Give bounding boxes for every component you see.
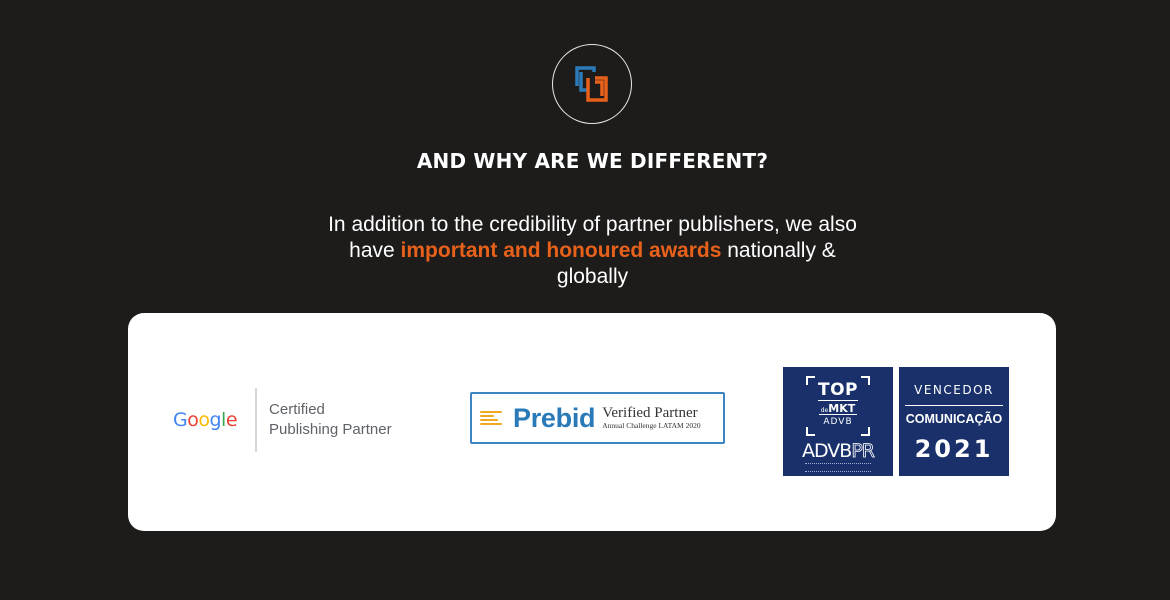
google-letter: o — [187, 409, 199, 431]
google-letter: g — [209, 409, 222, 431]
prebid-name: Prebid — [513, 402, 596, 433]
google-badge-text: Certified Publishing Partner — [269, 400, 392, 440]
top-label: TOP — [783, 380, 893, 401]
vencedor-label: VENCEDOR — [914, 383, 994, 397]
advbpr-main: ADVB — [802, 440, 852, 462]
brand-logo — [552, 44, 632, 124]
prebid-caption: Verified Partner Annual Challenge LATAM … — [602, 405, 701, 431]
mkt-label: deMKT — [783, 402, 893, 415]
prebid-challenge-label: Annual Challenge LATAM 2020 — [602, 421, 701, 430]
advb-fine-print — [805, 463, 871, 472]
google-letter: e — [225, 409, 238, 431]
top-mkt-award: TOP deMKT ADVB ADVBPR — [783, 367, 893, 476]
advbpr-logo: ADVBPR — [783, 440, 893, 463]
section-description: In addition to the credibility of partne… — [315, 212, 870, 290]
frame-corner — [861, 427, 870, 436]
vencedor-category: COMUNICAÇÃO — [905, 412, 1003, 426]
prebid-verified-badge: Prebid Verified Partner Annual Challenge… — [470, 392, 725, 444]
google-letter: o — [198, 409, 210, 431]
section-heading: AND WHY ARE WE DIFFERENT? — [416, 149, 769, 173]
frame-corner — [806, 427, 815, 436]
mkt-text: MKT — [828, 402, 856, 415]
vencedor-divider — [905, 405, 1003, 406]
google-certified-label: Certified — [269, 401, 325, 418]
google-letter: G — [173, 409, 188, 431]
awards-card: Google Certified Publishing Partner Preb… — [128, 313, 1056, 531]
description-highlight: important and honoured awards — [400, 239, 722, 262]
vencedor-award: VENCEDOR COMUNICAÇÃO 2021 — [899, 367, 1009, 476]
interlocked-squares-icon — [575, 66, 608, 102]
google-certified-badge: Google Certified Publishing Partner — [173, 387, 392, 453]
google-divider — [255, 388, 258, 452]
advbpr-suffix: PR — [851, 440, 875, 463]
prebid-verified-label: Verified Partner — [602, 405, 698, 421]
google-partner-label: Publishing Partner — [269, 421, 392, 438]
advb-label: ADVB — [823, 417, 853, 427]
vencedor-year: 2021 — [914, 435, 994, 463]
google-logo: Google — [173, 409, 238, 431]
prebid-lines-icon — [480, 409, 502, 427]
